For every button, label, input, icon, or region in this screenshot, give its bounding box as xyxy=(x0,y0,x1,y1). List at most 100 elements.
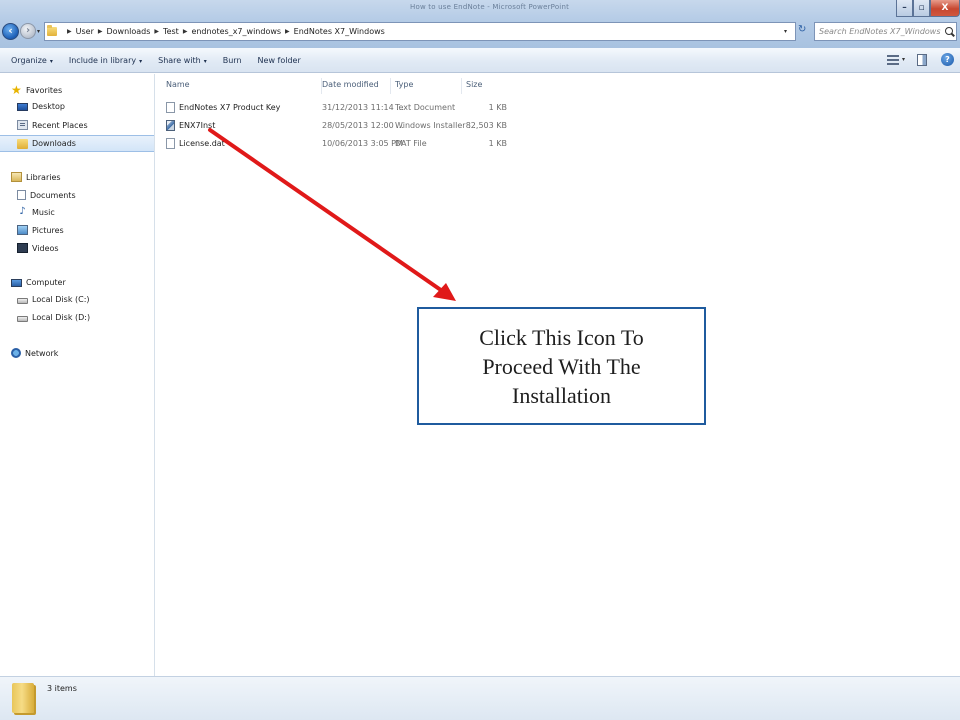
view-options-dropdown[interactable]: ▾ xyxy=(902,56,905,63)
command-toolbar: Organize ▾ Include in library ▾ Share with… xyxy=(0,48,960,73)
star-icon: ★ xyxy=(11,83,22,97)
address-dropdown-icon[interactable]: ▾ xyxy=(784,28,787,35)
file-row[interactable]: License.dat 10/06/2013 3:05 PM DAT File … xyxy=(156,136,516,152)
nav-local-disk-c[interactable]: Local Disk (C:) xyxy=(17,295,90,304)
caret-down-icon: ▾ xyxy=(203,57,207,65)
file-size: 1 KB xyxy=(488,139,507,148)
nav-local-disk-d[interactable]: Local Disk (D:) xyxy=(17,313,90,322)
nav-desktop[interactable]: Desktop xyxy=(17,102,65,111)
recent-pages-dropdown[interactable]: ▾ xyxy=(37,28,40,35)
column-header-size[interactable]: Size xyxy=(462,78,512,94)
breadcrumb-current-folder[interactable]: EndNotes X7_Windows xyxy=(294,27,385,36)
recent-places-icon xyxy=(17,120,28,130)
search-placeholder: Search EndNotes X7_Windows xyxy=(819,27,941,36)
close-button[interactable]: X xyxy=(930,0,960,17)
column-header-date-modified[interactable]: Date modified xyxy=(318,78,391,94)
libraries-icon xyxy=(11,172,22,182)
chevron-right-icon[interactable]: ▶ xyxy=(183,28,188,35)
downloads-folder-icon xyxy=(17,138,28,149)
computer-icon xyxy=(11,278,22,287)
navigation-pane: ★ Favorites Desktop Recent Places Downlo… xyxy=(0,74,155,676)
hard-drive-icon xyxy=(17,316,28,322)
file-row[interactable]: EndNotes X7 Product Key 31/12/2013 11:14… xyxy=(156,100,516,116)
file-name: ENX7Inst xyxy=(179,121,216,130)
file-size: 82,503 KB xyxy=(465,121,507,130)
column-header-type[interactable]: Type xyxy=(391,78,462,94)
nav-documents-label: Documents xyxy=(30,190,76,200)
include-in-library-label: Include in library xyxy=(68,55,137,65)
installer-icon[interactable] xyxy=(166,120,175,131)
organize-label: Organize xyxy=(11,55,47,65)
chevron-right-icon[interactable]: ▶ xyxy=(285,28,290,35)
nav-videos[interactable]: Videos xyxy=(17,243,59,253)
chevron-right-icon[interactable]: ▶ xyxy=(154,28,159,35)
file-date-modified: 28/05/2013 12:00 ... xyxy=(322,121,404,130)
file-type: DAT File xyxy=(395,139,427,148)
title-bar: How to use EndNote - Microsoft PowerPoin… xyxy=(0,0,960,48)
file-type: Text Document xyxy=(395,103,456,112)
status-bar: 3 items xyxy=(0,676,960,720)
breadcrumb-downloads[interactable]: Downloads xyxy=(106,27,150,36)
nav-desktop-label: Desktop xyxy=(32,102,65,111)
minimize-button[interactable]: – xyxy=(896,0,913,17)
breadcrumb-user[interactable]: User xyxy=(76,27,94,36)
address-bar[interactable]: ▶ User ▶ Downloads ▶ Test ▶ endnotes_x7_… xyxy=(44,22,796,41)
nav-recent-places[interactable]: Recent Places xyxy=(17,120,88,130)
caret-down-icon: ▾ xyxy=(139,57,143,65)
nav-computer-label: Computer xyxy=(26,278,66,287)
back-button[interactable]: ‹ xyxy=(2,23,19,40)
callout-text: Click This Icon To Proceed With The Inst… xyxy=(479,324,644,408)
window-controls: – ▫ X xyxy=(896,0,960,17)
nav-favorites-label: Favorites xyxy=(26,85,63,95)
item-count: 3 items xyxy=(47,684,77,693)
nav-network[interactable]: Network xyxy=(11,348,58,358)
maximize-button[interactable]: ▫ xyxy=(913,0,930,17)
nav-videos-label: Videos xyxy=(32,243,59,253)
forward-button[interactable]: › xyxy=(20,23,36,39)
nav-local-disk-c-label: Local Disk (C:) xyxy=(32,295,90,304)
burn-button[interactable]: Burn xyxy=(223,56,242,65)
caret-down-icon: ▾ xyxy=(49,57,53,65)
change-view-icon[interactable] xyxy=(886,54,899,65)
breadcrumb-test[interactable]: Test xyxy=(163,27,179,36)
music-icon: ♪ xyxy=(19,206,26,217)
search-input[interactable]: Search EndNotes X7_Windows xyxy=(814,22,957,41)
preview-pane-icon[interactable] xyxy=(917,53,927,66)
toolbar-right-group: ▾ ? xyxy=(886,53,960,66)
window-caption: How to use EndNote - Microsoft PowerPoin… xyxy=(410,3,570,11)
chevron-right-icon[interactable]: ▶ xyxy=(98,28,103,35)
column-header-name[interactable]: Name xyxy=(162,78,322,94)
help-icon[interactable]: ? xyxy=(941,53,954,66)
nav-music[interactable]: ♪ Music xyxy=(17,206,55,217)
nav-libraries-label: Libraries xyxy=(26,172,61,182)
new-folder-button[interactable]: New folder xyxy=(258,56,301,65)
refresh-icon[interactable]: ↻ xyxy=(798,24,806,35)
videos-icon xyxy=(17,243,28,253)
include-in-library-button[interactable]: Include in library ▾ xyxy=(69,56,142,65)
file-date-modified: 31/12/2013 11:14 ... xyxy=(322,103,404,112)
share-with-button[interactable]: Share with ▾ xyxy=(158,56,207,65)
nav-recent-places-label: Recent Places xyxy=(32,120,88,130)
nav-downloads[interactable]: Downloads xyxy=(0,135,154,152)
nav-computer[interactable]: Computer xyxy=(11,278,66,287)
chevron-right-icon[interactable]: ▶ xyxy=(67,28,72,35)
organize-button[interactable]: Organize ▾ xyxy=(11,56,53,65)
nav-pictures-label: Pictures xyxy=(32,225,64,235)
nav-documents[interactable]: Documents xyxy=(17,190,76,200)
text-document-icon xyxy=(166,102,175,113)
search-icon[interactable] xyxy=(945,27,953,35)
nav-pictures[interactable]: Pictures xyxy=(17,225,64,235)
file-size: 1 KB xyxy=(488,103,507,112)
desktop-icon xyxy=(17,102,28,111)
nav-favorites[interactable]: ★ Favorites xyxy=(11,83,63,97)
dat-file-icon xyxy=(166,138,175,149)
share-with-label: Share with xyxy=(158,55,201,65)
nav-music-label: Music xyxy=(32,207,55,217)
folder-icon xyxy=(47,25,57,36)
file-row[interactable]: ENX7Inst 28/05/2013 12:00 ... Windows In… xyxy=(156,118,516,134)
file-date-modified: 10/06/2013 3:05 PM xyxy=(322,139,403,148)
nav-libraries[interactable]: Libraries xyxy=(11,172,61,182)
nav-network-label: Network xyxy=(25,348,59,358)
breadcrumb-endnotes-x7-windows[interactable]: endnotes_x7_windows xyxy=(191,27,281,36)
file-name: EndNotes X7 Product Key xyxy=(179,103,281,112)
